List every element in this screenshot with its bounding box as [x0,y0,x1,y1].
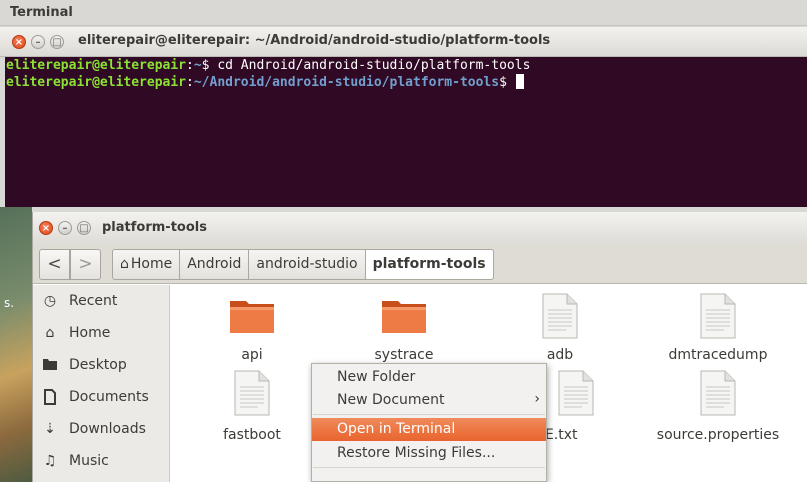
menu-item-label: Open in Terminal [337,421,456,437]
minimize-icon[interactable]: – [31,35,45,49]
terminal-window-title: eliterepair@eliterepair: ~/Android/andro… [78,33,551,48]
prompt-symbol: $ [499,75,515,90]
menu-separator [313,414,545,415]
terminal-output[interactable]: eliterepair@eliterepair:~$ cd Android/an… [5,57,807,207]
sidebar-item-label: Documents [69,389,149,405]
file-item-adb[interactable]: adb [485,291,635,371]
sidebar-item-recent[interactable]: ◷ Recent [33,289,170,319]
prompt-user: eliterepair@eliterepair [6,75,187,90]
app-menu-bar: Terminal [0,0,807,26]
file-item-fastboot[interactable]: fastboot [177,368,327,448]
prompt-separator: : [186,58,194,73]
menu-item-label: Restore Missing Files... [337,445,496,461]
menu-item-label: New Document [337,392,445,408]
breadcrumb-android-studio[interactable]: android-studio [248,249,366,280]
breadcrumb-label: Android [187,256,242,272]
prompt-separator: : [186,75,194,90]
submenu-arrow-icon: › [534,391,540,407]
file-manager-toolbar: < > ⌂ Home Android android-studio platfor… [33,244,807,284]
home-icon: ⌂ [45,325,55,341]
file-item-source-properties[interactable]: source.properties [643,368,793,448]
desktop-text-fragment: s. [4,296,15,310]
clock-icon: ◷ [43,293,57,309]
text-file-icon [234,370,270,416]
breadcrumb-android[interactable]: Android [179,249,250,280]
menu-item-open-in-terminal[interactable]: Open in Terminal [312,418,546,441]
breadcrumb-label: Home [130,256,173,272]
terminal-line: eliterepair@eliterepair:~/Android/androi… [6,74,807,90]
desktop-folder-icon [42,357,58,375]
text-file-icon [700,370,736,416]
file-name: systrace [374,347,434,363]
text-file-icon [542,293,578,339]
chevron-left-icon: < [47,254,62,274]
text-file-icon [558,370,594,416]
text-file-icon [700,293,736,339]
maximize-icon[interactable]: □ [77,221,91,235]
terminal-command: cd Android/android-studio/platform-tools [217,58,531,73]
document-icon [42,389,58,407]
download-icon: ⇣ [44,421,56,437]
terminal-cursor [515,74,524,89]
menu-separator [313,467,545,468]
sidebar-item-label: Desktop [69,357,127,373]
menu-item-label: New Folder [337,369,416,385]
prompt-path: ~ [193,58,202,73]
breadcrumb-label: platform-tools [372,256,486,272]
breadcrumb: ⌂ Home Android android-studio platform-to… [112,249,494,280]
file-item-api[interactable]: api [177,291,327,371]
close-icon[interactable]: × [39,221,53,235]
prompt-path: ~/Android/android-studio/platform-tools [193,75,500,90]
chevron-right-icon: > [78,254,93,274]
sidebar-item-label: Downloads [69,421,146,437]
prompt-user: eliterepair@eliterepair [6,58,187,73]
prompt-symbol: $ [201,58,218,73]
sidebar-item-music[interactable]: ♫ Music [33,449,170,479]
back-button[interactable]: < [39,249,70,280]
terminal-line: eliterepair@eliterepair:~$ cd Android/an… [6,58,807,74]
file-item-systrace[interactable]: systrace [329,291,479,371]
context-menu: New Folder New Document › Open in Termin… [311,363,547,482]
file-name: fastboot [223,427,281,443]
breadcrumb-platform-tools[interactable]: platform-tools [364,249,494,280]
menu-item-restore-missing-files[interactable]: Restore Missing Files... [312,442,546,465]
file-item-dmtracedump[interactable]: dmtracedump [643,291,793,371]
file-manager-titlebar[interactable]: × – □ platform-tools [33,212,807,244]
sidebar-item-downloads[interactable]: ⇣ Downloads [33,417,170,447]
places-sidebar: ◷ Recent ⌂ Home Desktop Documents ⇣ Down… [33,285,170,482]
breadcrumb-label: android-studio [256,256,358,272]
sidebar-item-label: Home [69,325,111,341]
breadcrumb-home[interactable]: ⌂ Home [112,249,181,280]
sidebar-item-home[interactable]: ⌂ Home [33,321,170,351]
music-icon: ♫ [43,453,57,469]
maximize-icon[interactable]: □ [50,35,64,49]
menu-item-new-folder[interactable]: New Folder [312,366,546,389]
menu-item-new-document[interactable]: New Document › [312,389,546,412]
terminal-titlebar[interactable]: × – □ eliterepair@eliterepair: ~/Android… [0,27,807,57]
forward-button[interactable]: > [70,249,101,280]
minimize-icon[interactable]: – [58,221,72,235]
sidebar-item-documents[interactable]: Documents [33,385,170,415]
file-name: dmtracedump [668,347,768,363]
folder-icon [230,301,274,333]
sidebar-item-desktop[interactable]: Desktop [33,353,170,383]
close-icon[interactable]: × [12,35,26,49]
desktop-wallpaper: s. [0,207,32,482]
home-icon: ⌂ [120,256,129,272]
file-name: api [241,347,263,363]
sidebar-item-label: Recent [69,293,118,309]
file-manager-title: platform-tools [102,220,207,235]
file-name: source.properties [656,427,780,443]
sidebar-item-label: Music [69,453,109,469]
file-name: adb [546,347,574,363]
folder-icon [382,301,426,333]
app-name: Terminal [10,5,73,20]
